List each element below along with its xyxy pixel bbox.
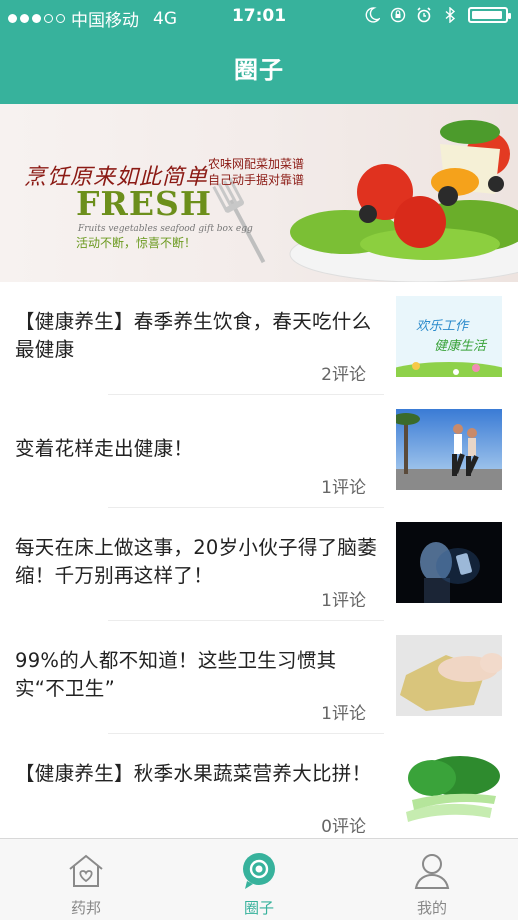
comment-count: 1评论 [321, 591, 366, 611]
comment-count: 2评论 [321, 365, 366, 385]
list-item[interactable]: 99%的人都不知道！这些卫生习惯其实“不卫生” 1评论 [0, 621, 518, 734]
home-heart-icon [69, 854, 103, 887]
post-title: 【健康养生】春季养生饮食，春天吃什么最健康 [15, 310, 372, 361]
fork-icon [212, 177, 266, 264]
tab-yaobang[interactable]: 药邦 [0, 839, 172, 921]
tab-bar: 药邦 圈子 我的 [0, 838, 518, 920]
tab-label: 圈子 [243, 899, 274, 917]
comment-count: 1评论 [321, 704, 366, 724]
alarm-icon [417, 7, 431, 23]
thumb-text-1: 欢乐工作 [416, 319, 470, 334]
banner-tagline: 活动不断，惊喜不断！ [76, 236, 197, 250]
page-title: 圈子 [234, 56, 284, 84]
list-item[interactable]: 【健康养生】秋季水果蔬菜营养大比拼！ 0评论 [0, 734, 518, 847]
tab-quanzi[interactable]: 圈子 [173, 839, 345, 921]
orientation-lock-icon [390, 7, 406, 23]
post-thumbnail [396, 522, 502, 603]
runners-image [396, 409, 502, 490]
bluetooth-icon [445, 7, 456, 23]
post-title: 变着花样走出健康！ [15, 437, 194, 460]
top-bar: 中国移动 4G 17:01 圈子 [0, 0, 518, 104]
circle-chat-icon [243, 853, 275, 889]
moon-icon [365, 7, 380, 23]
bok-choy-image [396, 748, 502, 829]
spring-banner-image: 欢乐工作 健康生活 [396, 296, 502, 377]
list-item[interactable]: 变着花样走出健康！ 1评论 [0, 395, 518, 508]
battery-icon [468, 7, 511, 23]
thumb-text-2: 健康生活 [434, 338, 488, 354]
post-thumbnail: 欢乐工作 健康生活 [396, 296, 502, 377]
banner-side-line1: 农味网配菜加菜谱 [208, 157, 305, 171]
comment-count: 1评论 [321, 478, 366, 498]
post-thumbnail [396, 748, 502, 829]
banner-side-text: 农味网配菜加菜谱 自己动手据对靠谱 [208, 156, 304, 188]
banner-fresh: FRESH [76, 184, 213, 223]
user-icon [414, 854, 450, 889]
status-bar: 中国移动 4G 17:01 [0, 0, 518, 34]
post-title: 每天在床上做这事，20岁小伙子得了脑萎缩！千万别再这样了！ [15, 536, 378, 587]
post-title: 99%的人都不知道！这些卫生习惯其实“不卫生” [15, 649, 337, 700]
list-item[interactable]: 每天在床上做这事，20岁小伙子得了脑萎缩！千万别再这样了！ 1评论 [0, 508, 518, 621]
tab-wode[interactable]: 我的 [346, 839, 518, 921]
cleaning-cloth-image [396, 635, 502, 716]
tab-label: 我的 [416, 899, 447, 917]
list-item[interactable]: 【健康养生】春季养生饮食，春天吃什么最健康 2评论 欢乐工作 健康生活 [0, 282, 518, 395]
promo-banner[interactable]: 烹饪原来如此简单 农味网配菜加菜谱 自己动手据对靠谱 FRESH Fruits … [0, 104, 518, 282]
comment-count: 0评论 [321, 817, 366, 837]
banner-subtext: Fruits vegetables seafood gift box egg [78, 224, 253, 234]
post-title: 【健康养生】秋季水果蔬菜营养大比拼！ [15, 762, 372, 785]
post-list: 【健康养生】春季养生饮食，春天吃什么最健康 2评论 欢乐工作 健康生活 变着花样… [0, 282, 518, 847]
banner-side-line2: 自己动手据对靠谱 [208, 173, 305, 187]
phone-in-dark-image [396, 522, 502, 603]
post-thumbnail [396, 635, 502, 716]
status-right [364, 7, 511, 23]
post-thumbnail [396, 409, 502, 490]
tab-label: 药邦 [70, 899, 101, 917]
